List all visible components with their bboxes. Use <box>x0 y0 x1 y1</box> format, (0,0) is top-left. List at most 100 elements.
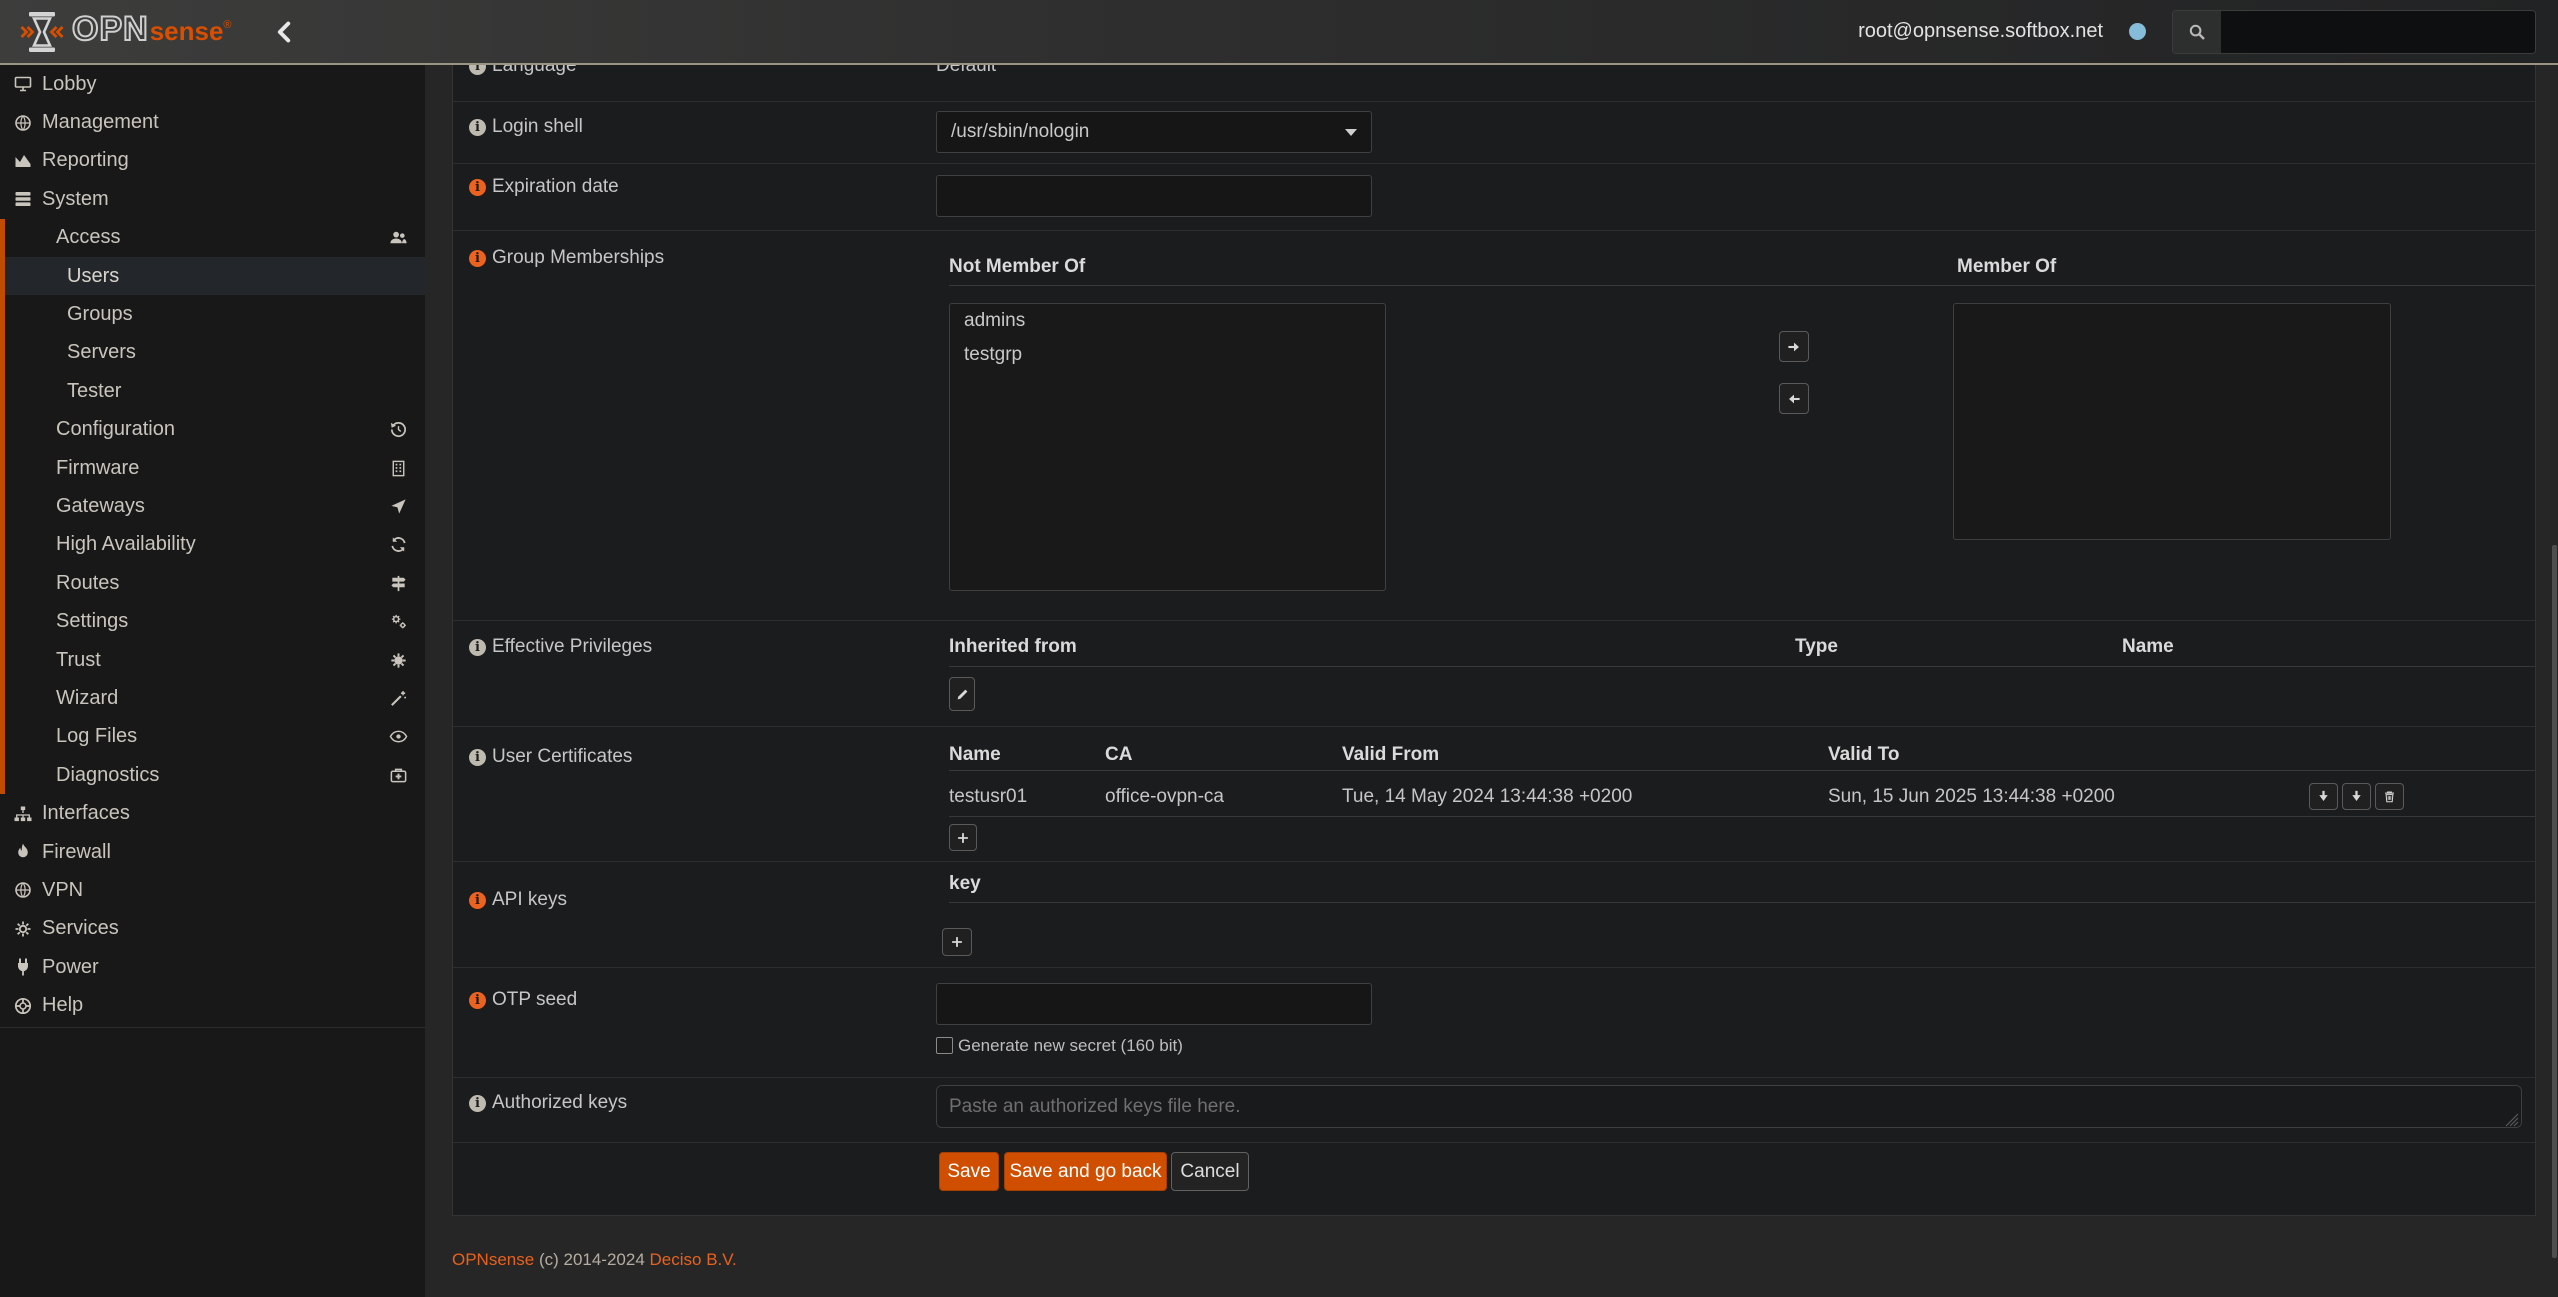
sidebar-item-firmware[interactable]: Firmware <box>5 449 425 487</box>
not-member-of-header: Not Member Of <box>949 256 1085 278</box>
system-submenu: AccessUsers Groups ServersTesterConfigurat… <box>0 219 425 795</box>
sidebar-item-label: Gateways <box>56 495 145 518</box>
status-indicator-dot[interactable] <box>2129 23 2146 40</box>
sidebar-item-lobby[interactable]: Lobby <box>0 65 425 103</box>
sidebar-item-settings[interactable]: Settings <box>5 602 425 640</box>
info-icon[interactable]: i <box>469 250 486 267</box>
sidebar-item-access[interactable]: Access <box>5 219 425 257</box>
authorized-keys-textarea[interactable] <box>936 1085 2522 1128</box>
logged-in-user: root@opnsense.softbox.net <box>1858 20 2103 43</box>
header-divider <box>949 285 2535 286</box>
info-icon[interactable]: i <box>469 749 486 766</box>
gear-icon <box>13 919 33 939</box>
cert-ca-value: office-ovpn-ca <box>1105 786 1224 808</box>
sidebar-item-gateways[interactable]: Gateways <box>5 487 425 525</box>
header-divider <box>949 902 2535 903</box>
save-button[interactable]: Save <box>939 1152 999 1191</box>
member-of-listbox[interactable] <box>1953 303 2391 540</box>
generate-secret-checkbox[interactable] <box>936 1037 953 1054</box>
sidebar-item-firewall[interactable]: Firewall <box>0 833 425 871</box>
sidebar-item-high-availability[interactable]: High Availability <box>5 526 425 564</box>
caret-down-icon <box>1345 129 1357 136</box>
main-sidebar: LobbyManagementReportingSystemAccessUser… <box>0 65 425 1297</box>
login-shell-select[interactable]: /usr/sbin/nologin <box>936 111 1372 153</box>
footer-opnsense-link[interactable]: OPNsense <box>452 1250 534 1269</box>
page-footer: OPNsense (c) 2014-2024 Deciso B.V. <box>452 1250 737 1270</box>
sidebar-item-log-files[interactable]: Log Files <box>5 718 425 756</box>
sidebar-item-tester[interactable]: Tester <box>5 372 425 410</box>
login-shell-selected-value: /usr/sbin/nologin <box>951 121 1089 143</box>
sidebar-item-interfaces[interactable]: Interfaces <box>0 794 425 832</box>
info-icon[interactable]: i <box>469 892 486 909</box>
eye-icon <box>389 727 408 746</box>
expiration-date-label: Expiration date <box>492 176 619 198</box>
logo-text-sense: sense <box>150 16 224 47</box>
delete-certificate-button[interactable] <box>2375 783 2404 810</box>
user-certificates-label: User Certificates <box>492 746 632 768</box>
info-icon[interactable]: i <box>469 992 486 1009</box>
sidebar-item-configuration[interactable]: Configuration <box>5 411 425 449</box>
form-actions-row: Save Save and go back Cancel <box>453 1142 2535 1214</box>
expiration-date-input[interactable] <box>936 175 1372 217</box>
desktop-icon <box>13 74 33 94</box>
remove-from-group-button[interactable] <box>1779 383 1809 414</box>
sidebar-item-label: High Availability <box>56 533 196 556</box>
sidebar-item-wizard[interactable]: Wizard <box>5 679 425 717</box>
globe-icon <box>13 113 33 133</box>
add-api-key-button[interactable] <box>942 928 972 956</box>
sidebar-item-system[interactable]: System <box>0 180 425 218</box>
login-shell-label-group: i Login shell <box>469 116 583 138</box>
list-item[interactable]: admins <box>950 304 1385 338</box>
sidebar-collapse-button[interactable] <box>272 19 298 45</box>
col-inherited-from: Inherited from <box>949 636 1077 658</box>
edit-privileges-button[interactable] <box>949 677 975 711</box>
sidebar-item-users[interactable]: Users <box>5 257 425 295</box>
not-member-of-listbox[interactable]: adminstestgrp <box>949 303 1386 591</box>
sidebar-item-label: Groups <box>67 303 133 326</box>
search-input[interactable] <box>2221 11 2535 53</box>
opnsense-logo[interactable]: OPNsense® <box>20 10 232 54</box>
sidebar-item-trust[interactable]: Trust <box>5 641 425 679</box>
cert-col-ca: CA <box>1105 744 1132 766</box>
arrow-right-icon <box>1786 339 1802 355</box>
cancel-button[interactable]: Cancel <box>1171 1152 1249 1191</box>
sidebar-item-groups[interactable]: Groups <box>5 295 425 333</box>
form-row-expiration-date: i Expiration date <box>453 163 2535 231</box>
api-keys-label: API keys <box>492 889 567 911</box>
sidebar-item-services[interactable]: Services <box>0 910 425 948</box>
list-item[interactable]: testgrp <box>950 338 1385 372</box>
info-icon[interactable]: i <box>469 639 486 656</box>
vertical-scrollbar-thumb[interactable] <box>2552 545 2557 1258</box>
form-row-api-keys: i API keys key <box>453 861 2535 968</box>
sidebar-item-label: Wizard <box>56 687 118 710</box>
medkit-icon <box>389 766 408 785</box>
download-key-button[interactable] <box>2342 783 2371 810</box>
sidebar-item-help[interactable]: Help <box>0 986 425 1024</box>
api-keys-col-key: key <box>949 873 981 895</box>
sidebar-item-management[interactable]: Management <box>0 103 425 141</box>
info-icon[interactable]: i <box>469 179 486 196</box>
footer-deciso-link[interactable]: Deciso B.V. <box>650 1250 737 1269</box>
info-icon[interactable]: i <box>469 119 486 136</box>
sidebar-item-reporting[interactable]: Reporting <box>0 142 425 180</box>
sidebar-item-power[interactable]: Power <box>0 948 425 986</box>
refresh-icon <box>389 535 408 554</box>
cert-col-valid-from: Valid From <box>1342 744 1439 766</box>
sidebar-item-label: Firmware <box>56 457 139 480</box>
add-to-group-button[interactable] <box>1779 331 1809 362</box>
sidebar-item-routes[interactable]: Routes <box>5 564 425 602</box>
download-certificate-button[interactable] <box>2309 783 2338 810</box>
otp-seed-input[interactable] <box>936 983 1372 1025</box>
sidebar-item-vpn[interactable]: VPN <box>0 871 425 909</box>
save-and-go-back-button[interactable]: Save and go back <box>1004 1152 1167 1191</box>
plus-icon <box>950 935 964 949</box>
magic-wand-icon <box>389 689 408 708</box>
sidebar-item-diagnostics[interactable]: Diagnostics <box>5 756 425 794</box>
history-icon <box>389 420 408 439</box>
sidebar-item-servers[interactable]: Servers <box>5 334 425 372</box>
col-name: Name <box>2122 636 2174 658</box>
sidebar-item-label: Help <box>42 994 83 1017</box>
add-certificate-button[interactable] <box>949 824 977 851</box>
info-icon[interactable]: i <box>469 1095 486 1112</box>
trash-icon <box>2382 789 2397 804</box>
